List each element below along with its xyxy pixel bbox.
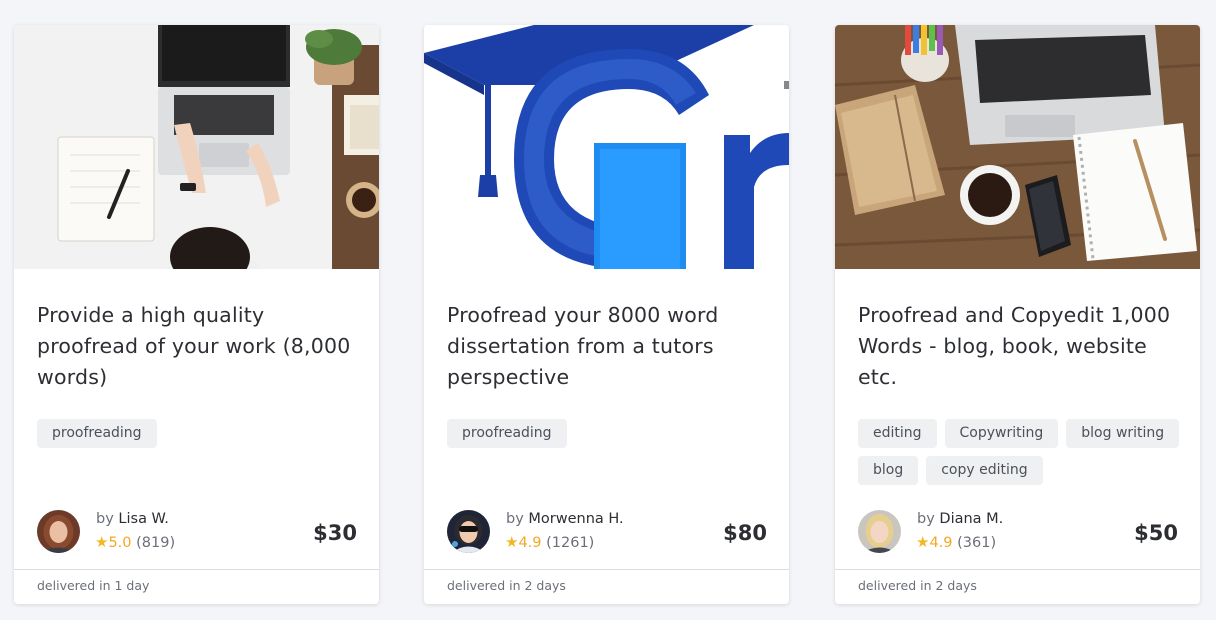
divider bbox=[424, 569, 789, 570]
tag[interactable]: copy editing bbox=[926, 456, 1043, 485]
delivery-time: delivered in 2 days bbox=[447, 578, 566, 593]
tag-list: editing Copywriting blog writing blog co… bbox=[858, 419, 1188, 485]
seller-byline: by Morwenna H. bbox=[506, 511, 624, 527]
seller-info: by Lisa W. ★5.0 (819) bbox=[37, 510, 357, 554]
tag[interactable]: Copywriting bbox=[944, 419, 1059, 448]
avatar[interactable] bbox=[858, 510, 901, 553]
divider bbox=[14, 569, 379, 570]
price: $80 bbox=[723, 521, 767, 545]
service-card[interactable]: Provide a high quality proofread of your… bbox=[14, 25, 379, 604]
rating-value: 5.0 bbox=[108, 535, 132, 551]
divider bbox=[835, 569, 1200, 570]
tag-list: proofreading bbox=[37, 419, 367, 448]
seller-byline: by Diana M. bbox=[917, 511, 1003, 527]
seller-name[interactable]: Morwenna H. bbox=[528, 511, 623, 527]
service-card[interactable]: Proofread and Copyedit 1,000 Words - blo… bbox=[835, 25, 1200, 604]
service-title[interactable]: Proofread and Copyedit 1,000 Words - blo… bbox=[858, 300, 1183, 393]
delivery-time: delivered in 2 days bbox=[858, 578, 977, 593]
seller-byline: by Lisa W. bbox=[96, 511, 169, 527]
delivery-time: delivered in 1 day bbox=[37, 578, 150, 593]
tag[interactable]: proofreading bbox=[37, 419, 157, 448]
seller-name[interactable]: Diana M. bbox=[939, 511, 1003, 527]
seller-rating: ★4.9 (1261) bbox=[505, 533, 594, 551]
service-image[interactable] bbox=[14, 25, 379, 269]
tag[interactable]: proofreading bbox=[447, 419, 567, 448]
tag[interactable]: blog writing bbox=[1066, 419, 1180, 448]
service-title[interactable]: Provide a high quality proofread of your… bbox=[37, 300, 362, 393]
tag-list: proofreading bbox=[447, 419, 777, 448]
price: $30 bbox=[313, 521, 357, 545]
by-label: by bbox=[506, 511, 524, 527]
service-title[interactable]: Proofread your 8000 word dissertation fr… bbox=[447, 300, 772, 393]
seller-info: by Morwenna H. ★4.9 (1261) bbox=[447, 510, 767, 554]
rating-value: 4.9 bbox=[929, 535, 953, 551]
star-icon: ★ bbox=[95, 533, 109, 551]
seller-rating: ★4.9 (361) bbox=[916, 533, 996, 551]
avatar[interactable] bbox=[447, 510, 490, 553]
by-label: by bbox=[96, 511, 114, 527]
seller-name[interactable]: Lisa W. bbox=[118, 511, 168, 527]
rating-value: 4.9 bbox=[518, 535, 542, 551]
star-icon: ★ bbox=[505, 533, 519, 551]
avatar[interactable] bbox=[37, 510, 80, 553]
review-count: (1261) bbox=[546, 535, 595, 551]
seller-info: by Diana M. ★4.9 (361) bbox=[858, 510, 1178, 554]
tag[interactable]: blog bbox=[858, 456, 919, 485]
review-count: (361) bbox=[957, 535, 997, 551]
service-image[interactable] bbox=[424, 25, 789, 269]
seller-rating: ★5.0 (819) bbox=[95, 533, 175, 551]
service-image[interactable] bbox=[835, 25, 1200, 269]
service-card[interactable]: Proofread your 8000 word dissertation fr… bbox=[424, 25, 789, 604]
price: $50 bbox=[1134, 521, 1178, 545]
star-icon: ★ bbox=[916, 533, 930, 551]
review-count: (819) bbox=[136, 535, 176, 551]
tag[interactable]: editing bbox=[858, 419, 937, 448]
by-label: by bbox=[917, 511, 935, 527]
